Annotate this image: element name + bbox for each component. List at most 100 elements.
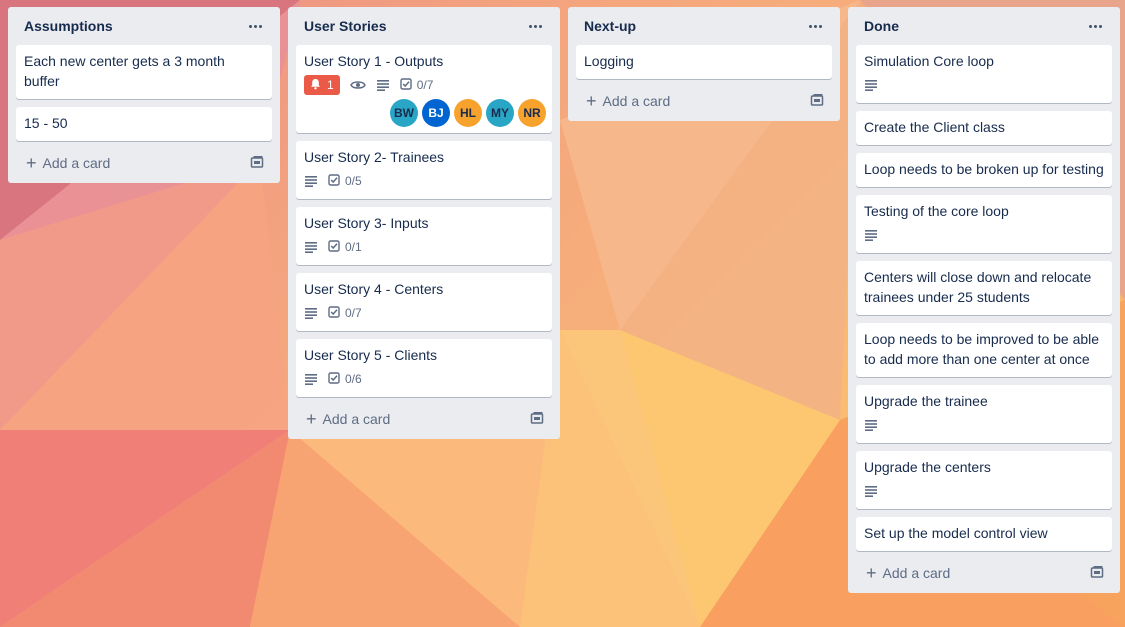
card-badges bbox=[864, 481, 1104, 501]
add-card-button[interactable]: + Add a card bbox=[576, 87, 832, 115]
card-template-icon[interactable] bbox=[810, 93, 824, 110]
card-badges bbox=[864, 75, 1104, 95]
plus-icon: + bbox=[306, 409, 317, 429]
card[interactable]: Testing of the core loop bbox=[856, 195, 1112, 253]
checklist-badge: 0/7 bbox=[399, 77, 434, 93]
alert-count: 1 bbox=[327, 78, 334, 92]
card[interactable]: Each new center gets a 3 month buffer bbox=[16, 45, 272, 99]
member-avatar[interactable]: NR bbox=[518, 99, 546, 127]
add-card-button[interactable]: + Add a card bbox=[856, 559, 1112, 587]
card-title: User Story 3- Inputs bbox=[304, 215, 429, 231]
bell-icon bbox=[310, 78, 321, 93]
member-avatar[interactable]: BW bbox=[390, 99, 418, 127]
card-title: Set up the model control view bbox=[864, 525, 1048, 541]
description-icon bbox=[304, 241, 318, 253]
description-icon bbox=[376, 79, 390, 91]
card-title: 15 - 50 bbox=[24, 115, 68, 131]
description-icon bbox=[864, 79, 878, 91]
card-title: Create the Client class bbox=[864, 119, 1005, 135]
card[interactable]: Centers will close down and relocate tra… bbox=[856, 261, 1112, 315]
list-header: Assumptions bbox=[16, 7, 272, 45]
add-card-label: Add a card bbox=[42, 155, 111, 171]
checklist-count: 0/5 bbox=[345, 174, 362, 188]
list-title[interactable]: Assumptions bbox=[24, 18, 113, 34]
card-badges: 0/7 bbox=[304, 303, 544, 323]
description-icon bbox=[304, 373, 318, 385]
list-next-up: Next-up Logging + Add a card bbox=[568, 7, 840, 121]
watch-eye-icon bbox=[349, 79, 366, 91]
add-card-label: Add a card bbox=[322, 411, 391, 427]
checklist-icon bbox=[328, 239, 340, 255]
checklist-icon bbox=[399, 77, 412, 93]
add-card-button[interactable]: + Add a card bbox=[16, 149, 272, 177]
card[interactable]: Loop needs to be improved to be able to … bbox=[856, 323, 1112, 377]
card[interactable]: Upgrade the trainee bbox=[856, 385, 1112, 443]
card-template-icon[interactable] bbox=[250, 155, 264, 172]
description-icon bbox=[864, 485, 878, 497]
card-badges: 0/1 bbox=[304, 237, 544, 257]
plus-icon: + bbox=[586, 91, 597, 111]
card-badges: 1 0/7 bbox=[304, 75, 544, 95]
add-card-label: Add a card bbox=[882, 565, 951, 581]
list-header: Done bbox=[856, 7, 1112, 45]
description-icon bbox=[304, 175, 318, 187]
card[interactable]: User Story 4 - Centers 0/7 bbox=[296, 273, 552, 331]
more-options-icon[interactable] bbox=[1085, 21, 1106, 32]
checklist-badge: 0/1 bbox=[328, 239, 362, 255]
card[interactable]: Logging bbox=[576, 45, 832, 79]
member-avatar[interactable]: MY bbox=[486, 99, 514, 127]
more-options-icon[interactable] bbox=[525, 21, 546, 32]
card-badges: 0/5 bbox=[304, 171, 544, 191]
add-card-label: Add a card bbox=[602, 93, 671, 109]
checklist-count: 0/7 bbox=[416, 78, 434, 92]
member-avatar[interactable]: HL bbox=[454, 99, 482, 127]
add-card-button[interactable]: + Add a card bbox=[296, 405, 552, 433]
card-title: User Story 4 - Centers bbox=[304, 281, 444, 297]
due-alert-badge: 1 bbox=[304, 75, 340, 95]
description-icon bbox=[304, 307, 318, 319]
card-title: Upgrade the trainee bbox=[864, 393, 988, 409]
list-title[interactable]: Done bbox=[864, 18, 899, 34]
card[interactable]: Upgrade the centers bbox=[856, 451, 1112, 509]
board: Assumptions Each new center gets a 3 mon… bbox=[0, 0, 1125, 627]
more-options-icon[interactable] bbox=[245, 21, 266, 32]
plus-icon: + bbox=[26, 153, 37, 173]
card[interactable]: Set up the model control view bbox=[856, 517, 1112, 551]
list-title[interactable]: User Stories bbox=[304, 18, 386, 34]
checklist-count: 0/7 bbox=[345, 306, 362, 320]
checklist-badge: 0/7 bbox=[328, 305, 362, 321]
card-title: Loop needs to be improved to be able to … bbox=[864, 331, 1100, 367]
list-title[interactable]: Next-up bbox=[584, 18, 636, 34]
plus-icon: + bbox=[866, 563, 877, 583]
more-options-icon[interactable] bbox=[805, 21, 826, 32]
card[interactable]: User Story 1 - Outputs 1 0/7 BW BJ HL MY… bbox=[296, 45, 552, 133]
card[interactable]: Loop needs to be broken up for testing bbox=[856, 153, 1112, 187]
card[interactable]: Simulation Core loop bbox=[856, 45, 1112, 103]
list-user-stories: User Stories User Story 1 - Outputs 1 0/… bbox=[288, 7, 560, 439]
card-title: Simulation Core loop bbox=[864, 53, 994, 69]
card[interactable]: User Story 3- Inputs 0/1 bbox=[296, 207, 552, 265]
list-done: Done Simulation Core loop Create the Cli… bbox=[848, 7, 1120, 593]
card-members: BW BJ HL MY NR bbox=[304, 99, 546, 127]
checklist-icon bbox=[328, 173, 340, 189]
card-template-icon[interactable] bbox=[530, 411, 544, 428]
card[interactable]: 15 - 50 bbox=[16, 107, 272, 141]
card-template-icon[interactable] bbox=[1090, 565, 1104, 582]
member-avatar[interactable]: BJ bbox=[422, 99, 450, 127]
card-badges: 0/6 bbox=[304, 369, 544, 389]
checklist-badge: 0/6 bbox=[328, 371, 362, 387]
card-title: Centers will close down and relocate tra… bbox=[864, 269, 1092, 305]
checklist-count: 0/1 bbox=[345, 240, 362, 254]
list-header: User Stories bbox=[296, 7, 552, 45]
checklist-icon bbox=[328, 305, 340, 321]
card-title: Upgrade the centers bbox=[864, 459, 991, 475]
card-title: User Story 2- Trainees bbox=[304, 149, 445, 165]
checklist-icon bbox=[328, 371, 340, 387]
card[interactable]: Create the Client class bbox=[856, 111, 1112, 145]
card-title: Logging bbox=[584, 53, 634, 69]
description-icon bbox=[864, 229, 878, 241]
card[interactable]: User Story 2- Trainees 0/5 bbox=[296, 141, 552, 199]
card[interactable]: User Story 5 - Clients 0/6 bbox=[296, 339, 552, 397]
card-title: Each new center gets a 3 month buffer bbox=[24, 53, 225, 89]
checklist-badge: 0/5 bbox=[328, 173, 362, 189]
